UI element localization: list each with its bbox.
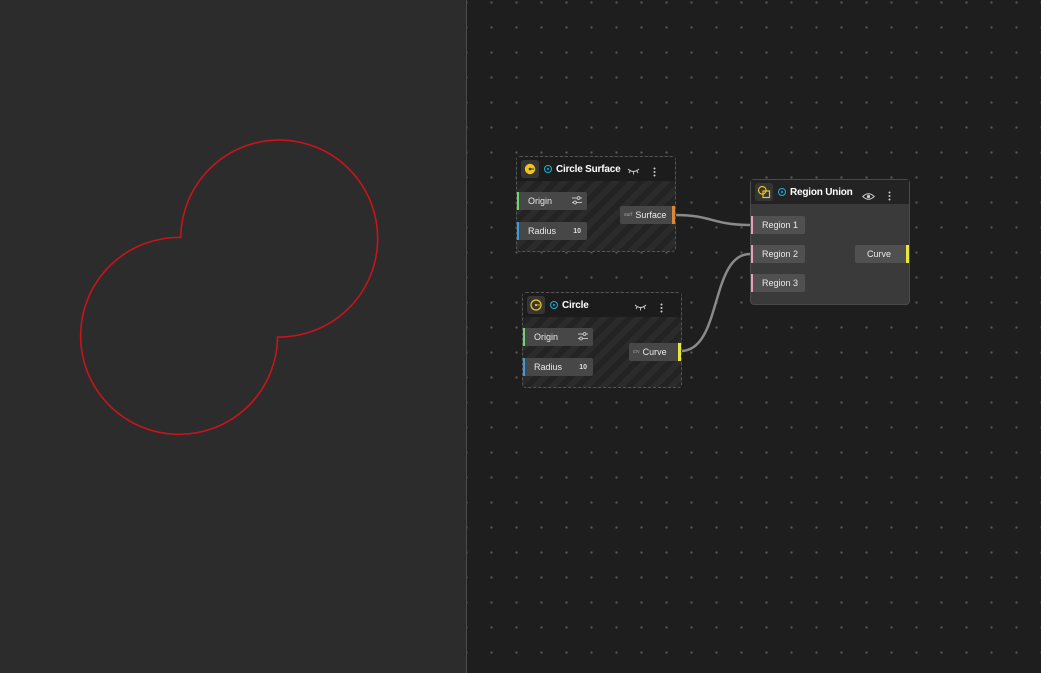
output-type-label: surf (624, 212, 633, 218)
kebab-menu-icon[interactable] (653, 164, 656, 182)
region-3-port[interactable] (751, 274, 753, 292)
node-header[interactable]: Region Union (751, 180, 909, 204)
node-title: Circle Surface (556, 163, 621, 175)
input-region-3[interactable]: Region 3 (751, 274, 805, 292)
input-label: Region 1 (762, 220, 799, 230)
output-curve[interactable]: crv Curve (629, 343, 681, 361)
input-radius[interactable]: Radius 10 (523, 358, 593, 376)
input-radius[interactable]: Radius 10 (517, 222, 587, 240)
input-origin[interactable]: Origin (517, 192, 587, 210)
node-title: Region Union (790, 186, 853, 198)
output-curve[interactable]: Curve (855, 245, 909, 263)
eye-closed-icon[interactable] (627, 163, 640, 181)
input-region-2[interactable]: Region 2 (751, 245, 805, 263)
input-label: Region 2 (762, 249, 799, 259)
kebab-menu-icon[interactable] (660, 300, 663, 318)
status-icon (778, 188, 786, 196)
input-label: Radius (534, 362, 563, 372)
eye-closed-icon[interactable] (634, 299, 647, 317)
radius-value[interactable]: 10 (579, 364, 587, 371)
node-region-union[interactable]: Region Union Region 1 Region 2 Region 3 … (750, 179, 910, 305)
output-label: Curve (642, 347, 667, 357)
input-label: Region 3 (762, 278, 799, 288)
curve-port[interactable] (678, 343, 681, 361)
radius-port[interactable] (517, 222, 519, 240)
region-union-icon (755, 183, 773, 201)
circle-surface-icon (521, 160, 539, 178)
status-icon (544, 165, 552, 173)
output-label: Surface (635, 210, 667, 220)
node-circle-surface[interactable]: Circle Surface Origin Radius 10 surf Sur… (516, 156, 676, 252)
kebab-menu-icon[interactable] (888, 188, 891, 206)
sliders-icon[interactable] (572, 196, 582, 207)
node-title: Circle (562, 299, 589, 311)
viewport-canvas (79, 139, 379, 436)
circle-icon (527, 296, 545, 314)
output-label: Curve (867, 249, 892, 259)
viewport-panel[interactable] (0, 0, 466, 673)
output-type-label: crv (633, 349, 640, 355)
input-origin[interactable]: Origin (523, 328, 593, 346)
origin-port[interactable] (523, 328, 525, 346)
input-label: Origin (528, 196, 553, 206)
sliders-icon[interactable] (578, 332, 588, 343)
surface-port[interactable] (672, 206, 675, 224)
node-circle[interactable]: Circle Origin Radius 10 crv Curve (522, 292, 682, 388)
status-icon (550, 301, 558, 309)
eye-icon[interactable] (862, 188, 875, 206)
output-surface[interactable]: surf Surface (620, 206, 675, 224)
radius-value[interactable]: 10 (573, 228, 581, 235)
region-1-port[interactable] (751, 216, 753, 234)
radius-port[interactable] (523, 358, 525, 376)
region-union-shape (79, 139, 379, 436)
input-label: Radius (528, 226, 557, 236)
region-2-port[interactable] (751, 245, 753, 263)
input-region-1[interactable]: Region 1 (751, 216, 805, 234)
node-header[interactable]: Circle (523, 293, 681, 317)
origin-port[interactable] (517, 192, 519, 210)
node-header[interactable]: Circle Surface (517, 157, 675, 181)
curve-port[interactable] (906, 245, 909, 263)
input-label: Origin (534, 332, 559, 342)
